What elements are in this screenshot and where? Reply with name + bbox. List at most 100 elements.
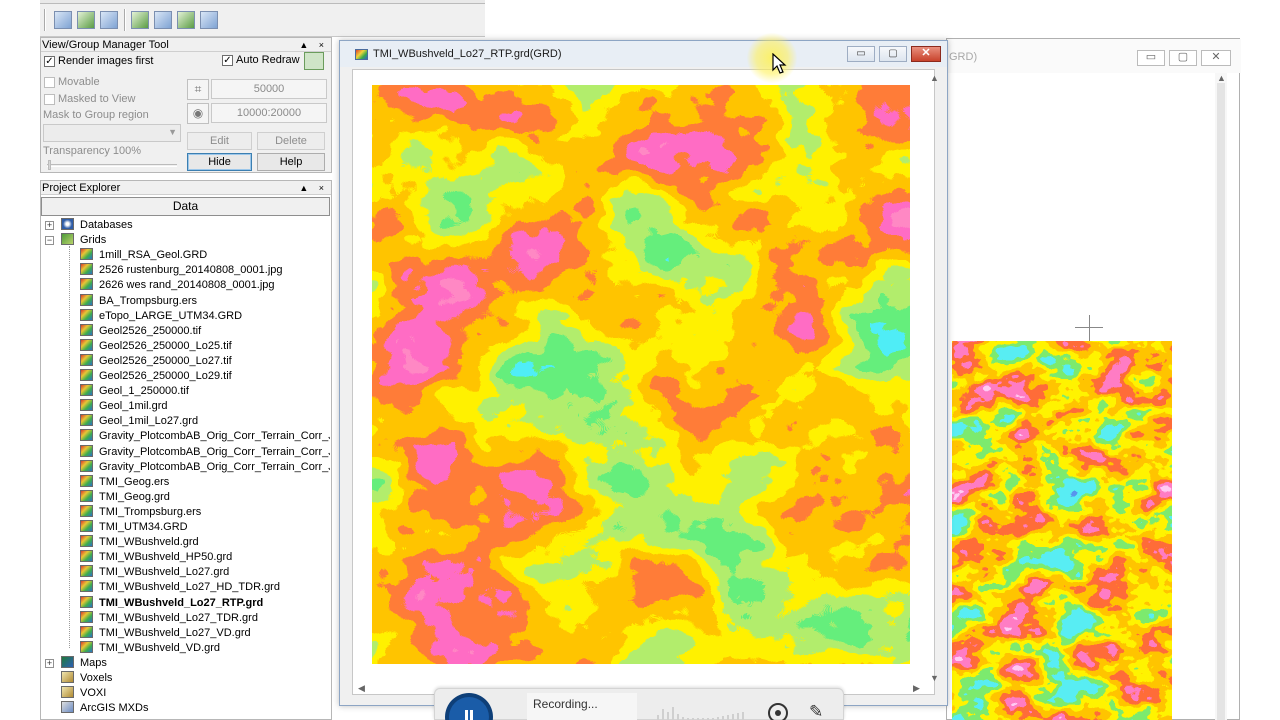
tree-item-grid[interactable]: TMI_WBushveld_Lo27_HD_TDR.grd	[80, 580, 280, 595]
eye-icon[interactable]: ◉	[187, 103, 209, 124]
grid-file-icon	[80, 308, 93, 321]
tree-item-grid[interactable]: Geol2526_250000_Lo25.tif	[80, 338, 232, 354]
mask-region-dropdown[interactable]: ▼	[43, 124, 181, 142]
grid-icon[interactable]	[154, 11, 172, 29]
tree-item-grid[interactable]: Geol2526_250000.tif	[80, 323, 201, 339]
background-grid-image	[952, 341, 1172, 720]
scroll-down-icon[interactable]: ▼	[930, 673, 939, 683]
movable-checkbox[interactable]	[44, 77, 55, 88]
tree-item-grid[interactable]: 2526 rustenburg_20140808_0001.jpg	[80, 263, 283, 278]
tree-item-grid[interactable]: 1mill_RSA_Geol.GRD	[80, 248, 207, 263]
background-grid-window[interactable]: GRD) ▭ ▢ ✕ ▲	[946, 38, 1241, 720]
tree-item-grid[interactable]: TMI_Geog.ers	[80, 474, 169, 490]
main-toolbar	[40, 0, 485, 37]
tree-item-grid[interactable]: Geol2526_250000_Lo27.tif	[80, 353, 232, 369]
grid-file-icon	[80, 278, 93, 291]
render-images-first-checkbox[interactable]: ✓	[44, 56, 55, 67]
tree-item-voxi[interactable]: VOXI	[61, 686, 106, 701]
tree-item-grid[interactable]: Geol_1_250000.tif	[80, 384, 189, 399]
tree-item-grid[interactable]: TMI_WBushveld_Lo27_TDR.grd	[80, 610, 258, 626]
pause-icon[interactable]	[449, 697, 489, 720]
close-icon[interactable]: ✕	[911, 46, 941, 62]
tree-item-grid[interactable]: TMI_WBushveld.grd	[80, 535, 199, 550]
expand-icon[interactable]: +	[45, 221, 54, 230]
refresh-icon[interactable]	[304, 52, 324, 70]
edit-grid-icon[interactable]	[177, 11, 195, 29]
scroll-up-icon[interactable]: ▲	[1217, 73, 1226, 83]
panel-controls[interactable]: ▲ ×	[299, 181, 328, 195]
maximize-icon[interactable]: ▢	[879, 46, 907, 62]
minimize-icon[interactable]: ▭	[1137, 50, 1165, 66]
tree-item-grid[interactable]: TMI_WBushveld_HP50.grd	[80, 550, 232, 565]
range-field[interactable]: 10000:20000	[211, 103, 327, 123]
tree-item-grid[interactable]: TMI_WBushveld_Lo27_VD.grd	[80, 625, 251, 641]
tree-item-label: TMI_Trompsburg.ers	[99, 505, 202, 518]
maximize-icon[interactable]: ▢	[1169, 50, 1197, 66]
toolbar-grip[interactable]	[44, 9, 46, 31]
grid-window-titlebar[interactable]: TMI_WBushveld_Lo27_RTP.grd(GRD) ▭ ▢ ✕	[340, 41, 947, 67]
tree-item-grid[interactable]: TMI_WBushveld_Lo27_RTP.grd	[80, 595, 263, 611]
grid-file-icon	[80, 504, 93, 517]
tree-item-grids[interactable]: Grids	[61, 233, 106, 248]
tree-item-grid[interactable]: Geol_1mil_Lo27.grd	[80, 414, 198, 429]
scrollbar-thumb[interactable]	[1217, 83, 1225, 720]
masked-to-view-checkbox[interactable]	[44, 94, 55, 105]
background-vertical-scrollbar[interactable]: ▲	[1215, 73, 1227, 720]
webcam-icon[interactable]	[768, 703, 788, 720]
pen-icon[interactable]: ✎	[809, 703, 831, 720]
tree-item-maps[interactable]: Maps	[61, 655, 107, 671]
minimize-icon[interactable]: ▭	[847, 46, 875, 62]
tree-item-label: TMI_Geog.grd	[99, 490, 170, 503]
transparency-slider[interactable]	[48, 160, 51, 170]
grid-file-icon	[80, 444, 93, 457]
list-icon[interactable]	[100, 11, 118, 29]
auto-redraw-checkbox[interactable]: ✓	[222, 55, 233, 66]
scroll-right-icon[interactable]: ▶	[913, 683, 920, 694]
tree-item-grid[interactable]: Gravity_PlotcombAB_Orig_Corr_Terrain_Cor…	[80, 459, 330, 475]
database-icon	[61, 218, 74, 230]
background-window-titlebar[interactable]: GRD) ▭ ▢ ✕	[947, 39, 1241, 73]
zoom-icon[interactable]	[54, 11, 72, 29]
tree-item-databases[interactable]: Databases	[61, 218, 133, 233]
tree-item-grid[interactable]: eTopo_LARGE_UTM34.GRD	[80, 308, 242, 324]
tree-connector	[69, 246, 70, 648]
edit-button[interactable]: Edit	[187, 132, 252, 150]
scroll-up-icon[interactable]: ▲	[930, 73, 939, 83]
collapse-icon[interactable]: −	[45, 236, 54, 246]
background-anomaly-map	[952, 341, 1172, 720]
hide-button[interactable]: Hide	[187, 153, 252, 171]
masked-to-view-label: Masked to View	[58, 93, 136, 105]
scroll-left-icon[interactable]: ◀	[358, 683, 365, 694]
tree-item-voxels[interactable]: Voxels	[61, 671, 112, 686]
tab-data[interactable]: Data	[41, 197, 330, 216]
grid-file-icon	[80, 535, 93, 548]
tree-item-grid[interactable]: Gravity_PlotcombAB_Orig_Corr_Terrain_Cor…	[80, 429, 330, 444]
tree-item-grid[interactable]: 2626 wes rand_20140808_0001.jpg	[80, 278, 275, 293]
help-button[interactable]: Help	[257, 153, 325, 171]
panel-controls[interactable]: ▲ ×	[299, 38, 328, 52]
tree-item-grid[interactable]: TMI_Trompsburg.ers	[80, 504, 202, 520]
tree-item-grid[interactable]: Geol_1mil.grd	[80, 399, 167, 414]
delete-button[interactable]: Delete	[257, 132, 325, 150]
tree-item-arcgis-mxds[interactable]: ArcGIS MXDs	[61, 701, 148, 716]
grid-window[interactable]: TMI_WBushveld_Lo27_RTP.grd(GRD) ▭ ▢ ✕ ▲ …	[339, 40, 948, 706]
tree-item-label: TMI_WBushveld_Lo27.grd	[99, 566, 230, 579]
tree-item-grid[interactable]: TMI_Geog.grd	[80, 489, 170, 505]
tree-item-grid[interactable]: TMI_WBushveld_VD.grd	[80, 640, 220, 656]
tool-icon[interactable]	[77, 11, 95, 29]
scale-icon[interactable]: ⌗	[187, 79, 209, 100]
tree-item-grid[interactable]: TMI_WBushveld_Lo27.grd	[80, 565, 229, 580]
vertical-scrollbar[interactable]: ▲ ▼	[928, 73, 942, 691]
draw-icon[interactable]	[131, 11, 149, 29]
grid-file-icon	[80, 399, 93, 412]
tree-item-grid[interactable]: Geol2526_250000_Lo29.tif	[80, 369, 232, 384]
tree-item-grid[interactable]: BA_Trompsburg.ers	[80, 293, 197, 309]
close-icon[interactable]: ✕	[1201, 50, 1231, 66]
tree-item-grid[interactable]: TMI_UTM34.GRD	[80, 520, 188, 535]
tree-item-grid[interactable]: Gravity_PlotcombAB_Orig_Corr_Terrain_Cor…	[80, 444, 330, 460]
print-icon[interactable]	[200, 11, 218, 29]
scale-field[interactable]: 50000	[211, 79, 327, 99]
voxel-icon	[61, 671, 74, 683]
grid-image[interactable]	[372, 85, 910, 664]
expand-icon[interactable]: +	[45, 658, 54, 668]
